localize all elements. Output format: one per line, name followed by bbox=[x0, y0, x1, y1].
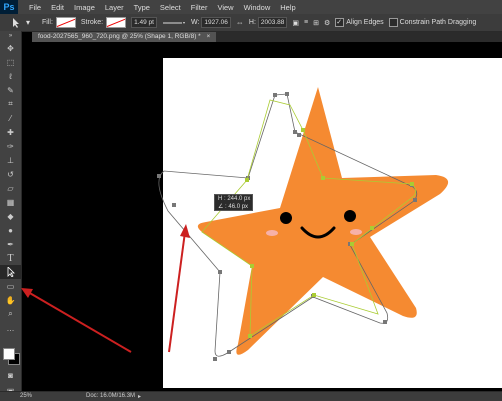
status-menu-icon[interactable]: ▸ bbox=[138, 393, 141, 400]
red-annotation-arrow-diagonal bbox=[21, 288, 132, 353]
star-left-cheek bbox=[266, 230, 278, 236]
star-right-cheek bbox=[350, 229, 362, 235]
red-annotation-arrow-vertical bbox=[168, 224, 190, 353]
foreground-color-swatch[interactable] bbox=[3, 348, 15, 360]
tooltip-angle-readout: ∠ : 46.0 px bbox=[218, 204, 249, 210]
document-size: Doc: 16.0M/16.3M bbox=[86, 393, 136, 399]
tooltip-height-readout: H : 244.0 px bbox=[218, 196, 251, 202]
star-shape[interactable] bbox=[197, 87, 449, 355]
zoom-level[interactable]: 25% bbox=[20, 393, 32, 399]
star-right-eye bbox=[344, 210, 356, 222]
dimension-tooltip: H : 244.0 px ∠ : 46.0 px bbox=[214, 194, 253, 211]
star-left-eye bbox=[280, 212, 292, 224]
